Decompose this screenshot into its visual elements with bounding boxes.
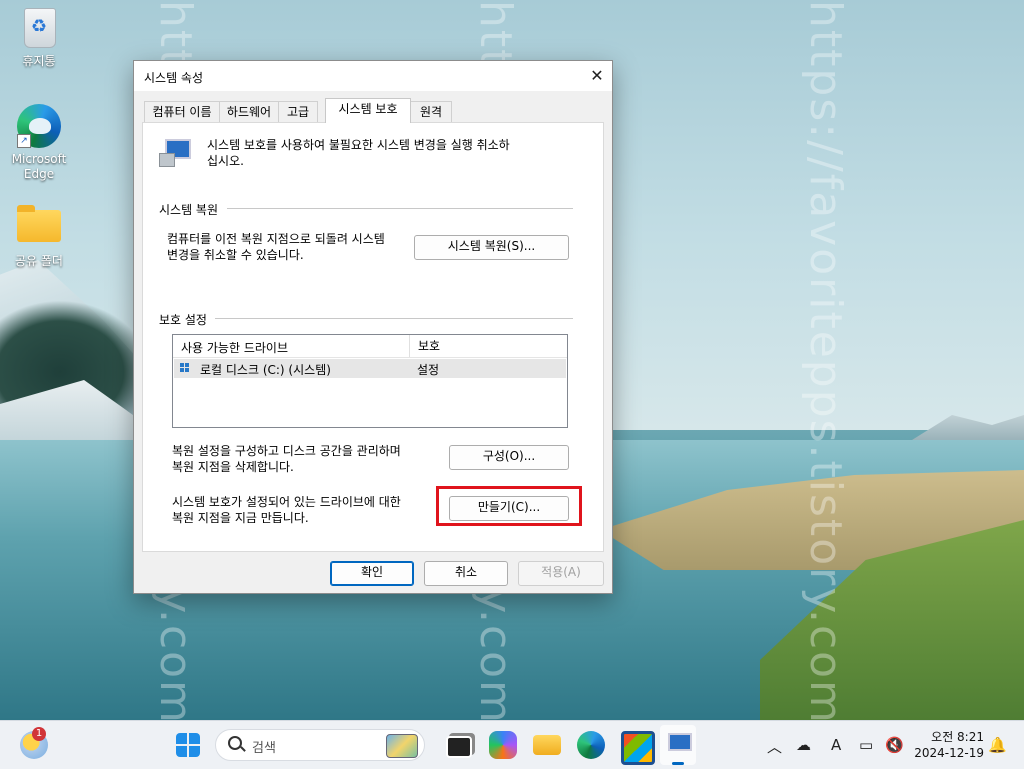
drive-icon — [180, 363, 194, 373]
volume-muted-icon[interactable]: 🔇 — [885, 736, 904, 754]
section-divider — [215, 318, 573, 319]
network-icon[interactable]: ▭ — [859, 736, 873, 754]
clock[interactable]: 오전 8:21 2024-12-19 — [914, 729, 984, 761]
configure-button[interactable]: 구성(O)... — [449, 445, 569, 470]
shortcut-arrow-icon: ↗ — [17, 134, 31, 148]
task-view-icon[interactable] — [446, 736, 472, 758]
cloud-off-icon[interactable]: ☁ — [796, 736, 811, 754]
ok-button[interactable]: 확인 — [330, 561, 414, 586]
search-placeholder: 검색 — [252, 741, 276, 756]
desktop-icon-label: Microsoft Edge — [11, 152, 67, 181]
column-header-drives[interactable]: 사용 가능한 드라이브 — [181, 339, 288, 356]
close-icon[interactable]: ✕ — [582, 61, 612, 91]
notification-badge: 1 — [32, 727, 46, 741]
section-title-protection-settings: 보호 설정 — [159, 313, 207, 327]
file-explorer-icon[interactable] — [533, 735, 561, 755]
drive-list[interactable]: 사용 가능한 드라이브 보호 로컬 디스크 (C:) (시스템) 설정 — [172, 334, 568, 428]
dialog-titlebar[interactable]: 시스템 속성 ✕ — [134, 61, 612, 91]
search-highlight-icon — [386, 734, 418, 758]
edge-icon: ↗ — [17, 104, 61, 148]
tab-computer-name[interactable]: 컴퓨터 이름 — [144, 101, 220, 123]
cancel-button[interactable]: 취소 — [424, 561, 508, 586]
desktop-icon-label: 휴지통 — [22, 54, 56, 68]
chevron-up-icon[interactable]: ︿ — [767, 736, 782, 757]
copilot-icon[interactable] — [489, 731, 517, 759]
configure-description-line2: 복원 지점을 삭제합니다. — [172, 460, 294, 474]
tab-hardware[interactable]: 하드웨어 — [219, 101, 279, 123]
drive-list-header: 사용 가능한 드라이브 보호 — [173, 335, 567, 358]
recycle-bin-icon — [24, 8, 56, 48]
taskbar: 1 검색 ︿ ☁ A ▭ 🔇 오전 8:21 2024-12-19 🔔 — [0, 720, 1024, 769]
edge-taskbar-icon[interactable] — [577, 731, 605, 759]
tab-remote[interactable]: 원격 — [410, 101, 452, 123]
table-row[interactable]: 로컬 디스크 (C:) (시스템) 설정 — [174, 359, 566, 378]
clock-time: 오전 8:21 — [931, 730, 984, 744]
desktop-icon-shared-folder[interactable]: 공유 폴더 — [4, 204, 74, 269]
restore-description-line2: 변경을 취소할 수 있습니다. — [167, 248, 304, 262]
intro-text-line1: 시스템 보호를 사용하여 불필요한 시스템 변경을 실행 취소하 — [207, 138, 510, 152]
restore-description-line1: 컴퓨터를 이전 복원 지점으로 되돌려 시스템 — [167, 232, 385, 246]
search-icon — [228, 736, 242, 750]
intro-text-line2: 십시오. — [207, 154, 244, 168]
highlight-box — [436, 486, 582, 526]
create-description-line1: 시스템 보호가 설정되어 있는 드라이브에 대한 — [172, 495, 401, 509]
system-properties-taskbar-button[interactable] — [660, 725, 696, 765]
section-divider — [227, 208, 573, 209]
drive-name: 로컬 디스크 (C:) (시스템) — [200, 363, 331, 377]
desktop-icon-edge[interactable]: ↗ Microsoft Edge — [4, 104, 74, 182]
create-description-line2: 복원 지점을 지금 만듭니다. — [172, 511, 309, 525]
active-indicator — [672, 762, 684, 765]
section-title-system-restore: 시스템 복원 — [159, 203, 219, 217]
protection-status: 설정 — [417, 363, 440, 377]
store-icon[interactable] — [621, 731, 655, 765]
dialog-title: 시스템 속성 — [144, 71, 204, 85]
configure-description-line1: 복원 설정을 구성하고 디스크 공간을 관리하며 — [172, 444, 401, 458]
system-restore-button[interactable]: 시스템 복원(S)... — [414, 235, 569, 260]
start-button-icon[interactable] — [176, 733, 200, 757]
desktop-icon-recycle-bin[interactable]: 휴지통 — [4, 8, 74, 69]
column-header-protection[interactable]: 보호 — [409, 335, 440, 357]
system-properties-icon — [668, 733, 692, 751]
computer-base-shape — [159, 153, 175, 167]
ime-indicator[interactable]: A — [831, 736, 841, 754]
tab-system-protection[interactable]: 시스템 보호 — [325, 98, 411, 123]
tab-advanced[interactable]: 고급 — [278, 101, 318, 123]
system-protection-icon — [159, 137, 191, 167]
search-box[interactable]: 검색 — [215, 729, 425, 761]
apply-button[interactable]: 적용(A) — [518, 561, 604, 586]
desktop-icon-label: 공유 폴더 — [15, 254, 63, 268]
watermark-text: https://favoritepps.tistory.com/ — [800, 0, 851, 720]
folder-icon — [17, 205, 61, 242]
clock-date: 2024-12-19 — [914, 746, 984, 760]
notification-bell-icon[interactable]: 🔔 — [988, 736, 1007, 754]
